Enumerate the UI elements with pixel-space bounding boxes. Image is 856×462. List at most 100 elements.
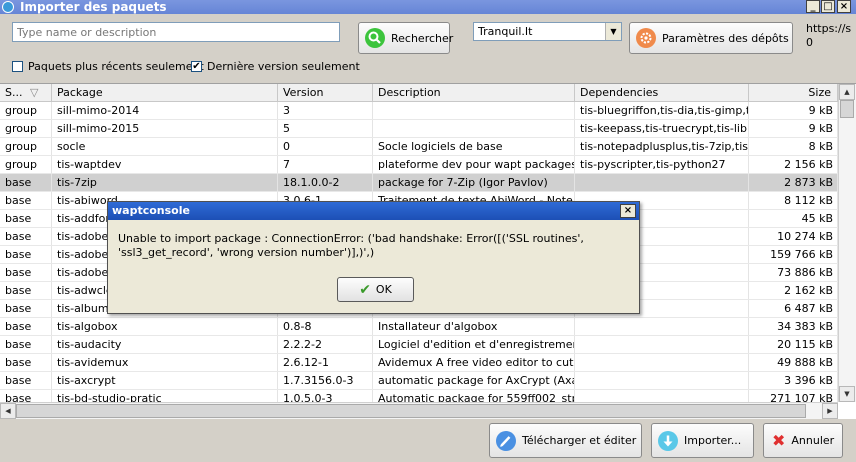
- table-row[interactable]: base tis-7zip 18.1.0.0-2 package for 7-Zip …: [0, 174, 838, 192]
- download-edit-label: Télécharger et éditer: [522, 434, 637, 447]
- scroll-up-icon[interactable]: ▲: [839, 84, 855, 100]
- cell-version: 18.1.0.0-2: [278, 174, 373, 191]
- cell-package: tis-7zip: [52, 174, 278, 191]
- cell-package: tis-waptdev: [52, 156, 278, 173]
- column-header-description[interactable]: Description: [373, 84, 575, 101]
- dialog-close-icon[interactable]: ×: [620, 204, 636, 218]
- table-row[interactable]: group sill-mimo-2015 5 tis-keepass,tis-true…: [0, 120, 838, 138]
- table-row[interactable]: base tis-audacity 2.2.2-2 Logiciel d'editio…: [0, 336, 838, 354]
- cell-description: Socle logiciels de base: [373, 138, 575, 155]
- last-version-label: Dernière version seulement: [207, 60, 360, 73]
- cell-status: base: [0, 210, 52, 227]
- cell-size: 45 kB: [749, 210, 838, 227]
- search-icon: [365, 28, 385, 48]
- import-button[interactable]: Importer...: [651, 423, 754, 458]
- cell-status: base: [0, 282, 52, 299]
- cell-size: 20 115 kB: [749, 336, 838, 353]
- cell-status: base: [0, 300, 52, 317]
- cancel-button[interactable]: ✖ Annuler: [763, 423, 843, 458]
- cell-size: 6 487 kB: [749, 300, 838, 317]
- scroll-down-icon[interactable]: ▼: [839, 386, 855, 402]
- cell-package: tis-audacity: [52, 336, 278, 353]
- column-header-dependencies[interactable]: Dependencies: [575, 84, 749, 101]
- cell-size: 2 156 kB: [749, 156, 838, 173]
- dialog-message: Unable to import package : ConnectionErr…: [118, 232, 584, 259]
- cell-dependencies: [575, 354, 749, 371]
- checkmark-icon: ✔: [359, 281, 371, 298]
- download-arrow-icon: [658, 430, 678, 451]
- maximize-icon[interactable]: □: [821, 0, 835, 13]
- import-button-label: Importer...: [684, 434, 742, 447]
- cell-description: Logiciel d'edition et d'enregistrement .…: [373, 336, 575, 353]
- cell-status: base: [0, 336, 52, 353]
- cancel-button-label: Annuler: [791, 434, 835, 447]
- repository-select[interactable]: Tranquil.It ▼: [473, 22, 622, 41]
- recent-only-checkbox-box[interactable]: [12, 61, 23, 72]
- table-row[interactable]: group tis-waptdev 7 plateforme dev pour wap…: [0, 156, 838, 174]
- table-row[interactable]: group sill-mimo-2014 3 tis-bluegriffon,tis-…: [0, 102, 838, 120]
- cell-size: 8 kB: [749, 138, 838, 155]
- cell-version: 1.7.3156.0-3: [278, 372, 373, 389]
- cell-size: 3 396 kB: [749, 372, 838, 389]
- table-row[interactable]: base tis-axcrypt 1.7.3156.0-3 automatic pac…: [0, 372, 838, 390]
- search-button-label: Rechercher: [391, 31, 454, 45]
- download-edit-button[interactable]: Télécharger et éditer: [489, 423, 642, 458]
- table-header: S... ▽ Package Version Description Depen…: [0, 84, 838, 102]
- cell-status: group: [0, 120, 52, 137]
- cell-dependencies: [575, 372, 749, 389]
- wapt-app-icon: [2, 1, 14, 13]
- cell-size: 8 112 kB: [749, 192, 838, 209]
- column-header-size[interactable]: Size: [749, 84, 838, 101]
- column-header-status[interactable]: S... ▽: [0, 84, 52, 101]
- cell-package: tis-avidemux: [52, 354, 278, 371]
- table-row[interactable]: base tis-avidemux 2.6.12-1 Avidemux A free …: [0, 354, 838, 372]
- error-dialog: waptconsole × Unable to import package :…: [107, 201, 640, 314]
- vertical-scroll-thumb[interactable]: [840, 100, 854, 118]
- edit-icon: [496, 430, 516, 451]
- cell-dependencies: [575, 174, 749, 191]
- cell-description: automatic package for AxCrypt (Axa...: [373, 372, 575, 389]
- recent-only-checkbox[interactable]: Paquets plus récents seulement: [12, 60, 204, 73]
- cell-status: base: [0, 372, 52, 389]
- cell-size: 2 873 kB: [749, 174, 838, 191]
- recent-only-label: Paquets plus récents seulement: [28, 60, 204, 73]
- cell-dependencies: tis-keepass,tis-truecrypt,tis-lib...: [575, 120, 749, 137]
- table-row[interactable]: base tis-algobox 0.8-8 Installateur d'algob…: [0, 318, 838, 336]
- horizontal-scroll-thumb[interactable]: [16, 404, 806, 418]
- cell-status: group: [0, 156, 52, 173]
- cell-status: base: [0, 354, 52, 371]
- search-button[interactable]: Rechercher: [358, 22, 454, 54]
- cell-package: sill-mimo-2015: [52, 120, 278, 137]
- window-titlebar: Importer des paquets _ □ ×: [0, 0, 856, 14]
- cell-status: base: [0, 264, 52, 281]
- minimize-icon[interactable]: _: [806, 0, 820, 13]
- chevron-down-icon[interactable]: ▼: [605, 23, 621, 40]
- last-version-checkbox[interactable]: ✔ Dernière version seulement: [191, 60, 360, 73]
- sort-arrow-icon: ▽: [29, 86, 39, 99]
- dialog-titlebar: waptconsole ×: [108, 202, 639, 220]
- cell-dependencies: tis-notepadplusplus,tis-7zip,tis...: [575, 138, 749, 155]
- column-header-version[interactable]: Version: [278, 84, 373, 101]
- column-header-package[interactable]: Package: [52, 84, 278, 101]
- close-icon[interactable]: ×: [837, 0, 851, 13]
- cell-package: tis-axcrypt: [52, 372, 278, 389]
- scroll-right-icon[interactable]: ▶: [822, 403, 838, 419]
- repository-select-value: Tranquil.It: [478, 25, 533, 38]
- checkmark-icon[interactable]: ✔: [191, 61, 202, 72]
- search-input[interactable]: [12, 22, 340, 42]
- scroll-left-icon[interactable]: ◀: [0, 403, 16, 419]
- horizontal-scrollbar[interactable]: ◀ ▶: [0, 402, 838, 419]
- cell-package: sill-mimo-2014: [52, 102, 278, 119]
- cell-size: 34 383 kB: [749, 318, 838, 335]
- gear-icon: [636, 28, 656, 48]
- repository-settings-button[interactable]: Paramètres des dépôts: [629, 22, 793, 54]
- cell-version: 5: [278, 120, 373, 137]
- cell-version: 0: [278, 138, 373, 155]
- table-row[interactable]: group socle 0 Socle logiciels de base tis-no…: [0, 138, 838, 156]
- cancel-x-icon: ✖: [772, 431, 786, 450]
- ok-button[interactable]: ✔ OK: [337, 277, 414, 302]
- vertical-scrollbar[interactable]: ▲ ▼: [838, 84, 856, 402]
- cell-status: base: [0, 246, 52, 263]
- cell-dependencies: [575, 336, 749, 353]
- cell-description: [373, 120, 575, 137]
